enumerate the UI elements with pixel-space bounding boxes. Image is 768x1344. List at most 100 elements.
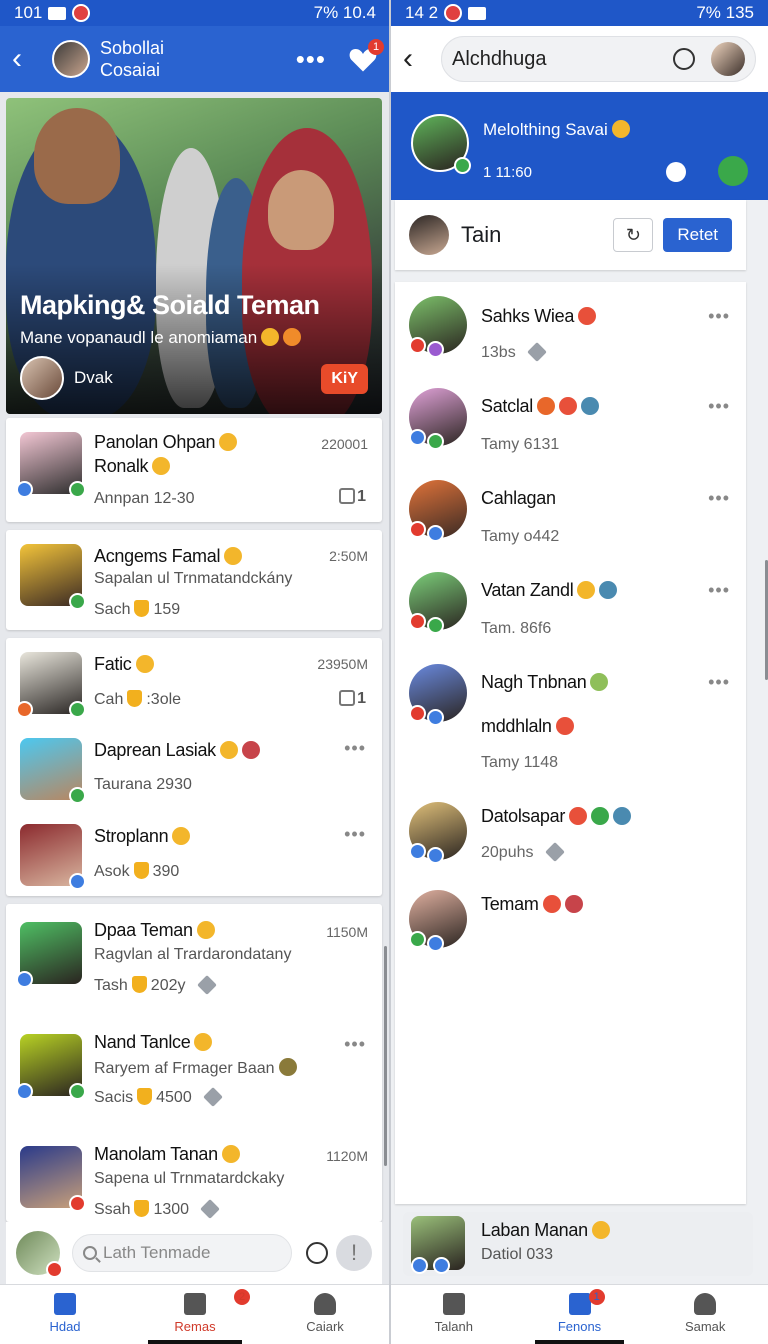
list-item[interactable]: Satclal Tamy 6131 ••• xyxy=(395,374,746,464)
tab-profile[interactable]: Samak xyxy=(642,1285,768,1344)
group-icon[interactable] xyxy=(718,156,748,186)
alert-icon xyxy=(444,4,463,22)
list-item[interactable]: Datolsapar 20puhs xyxy=(395,788,746,878)
tab-friends[interactable]: 1 Fenons xyxy=(517,1285,643,1344)
status-dot xyxy=(409,613,426,630)
emoji-icon xyxy=(135,655,154,673)
status-dot xyxy=(16,701,33,718)
more-options-icon[interactable]: ••• xyxy=(344,824,366,845)
back-arrow-icon[interactable]: ‹ xyxy=(403,44,433,74)
avatar[interactable] xyxy=(711,42,745,76)
status-dot xyxy=(427,617,444,634)
timestamp: 220001 xyxy=(321,436,368,452)
scrollbar[interactable] xyxy=(384,946,387,1166)
profile-counts: 1 11:60 xyxy=(483,164,532,181)
contact-name: Acngems Famal xyxy=(94,546,243,567)
list-item[interactable]: Sahks Wiea 13bs ••• xyxy=(395,282,746,372)
tag-icon xyxy=(202,1087,223,1107)
conversation-card[interactable]: Dpaa Teman Ragvlan al Trardarondatany Ta… xyxy=(6,904,382,1222)
timestamp: 1150M xyxy=(326,924,368,940)
message-preview: Tam. 86f6 xyxy=(481,620,552,637)
list-item[interactable]: Manolam Tanan Sapena ul Trnmatardckaky S… xyxy=(6,1140,382,1230)
heart-icon[interactable]: 1 xyxy=(348,39,384,73)
avatar[interactable] xyxy=(16,1231,63,1278)
tab-messages[interactable]: 2 Remas xyxy=(130,1285,260,1344)
reset-button[interactable]: Retet xyxy=(663,218,732,252)
list-item[interactable]: Nagh Tnbnan mddhlaln Tamy 1148 ••• xyxy=(395,650,746,780)
mute-icon xyxy=(468,6,487,20)
emoji-icon xyxy=(578,307,597,325)
more-options-icon[interactable]: ••• xyxy=(344,1034,366,1055)
chat-bubble-icon[interactable] xyxy=(673,48,695,70)
post-author[interactable]: Dvak xyxy=(20,356,113,400)
avatar[interactable] xyxy=(52,40,90,78)
list-item[interactable]: Temam xyxy=(395,876,746,966)
avatar xyxy=(409,890,467,952)
list-item[interactable]: Cahlagan Tamy o442 ••• xyxy=(395,466,746,556)
meta-line: Asok 390 xyxy=(94,862,180,880)
list-item[interactable]: Panolan Ohpan Ronalk Annpan 12-30 220001… xyxy=(6,426,382,516)
more-options-icon[interactable]: ••• xyxy=(708,672,730,693)
emoji-icon xyxy=(219,741,238,759)
more-options-icon[interactable]: ••• xyxy=(708,396,730,417)
message-preview: Ragvlan al Trardarondatany xyxy=(94,946,292,963)
alert-button[interactable]: ! xyxy=(336,1235,372,1271)
meta-line: Sach 159 xyxy=(94,600,181,618)
more-options-icon[interactable]: ••• xyxy=(708,306,730,327)
more-options-icon[interactable]: ••• xyxy=(296,44,326,75)
conversation-card[interactable]: Acngems Famal Sapalan ul Trnmatandckány … xyxy=(6,530,382,630)
right-pane: 14 2 7% 135 ‹ Alchdhuga Melolthing Savai… xyxy=(391,0,768,1344)
featured-post[interactable]: Mapking& Soiald Teman Mane vopanaudl le … xyxy=(6,98,382,414)
search-input[interactable]: Alchdhuga xyxy=(441,36,756,82)
list-item[interactable]: Acngems Famal Sapalan ul Trnmatandckány … xyxy=(6,538,382,628)
meta-line: 13bs xyxy=(481,342,547,362)
conversation-card[interactable]: Panolan Ohpan Ronalk Annpan 12-30 220001… xyxy=(6,418,382,522)
avatar xyxy=(20,824,86,890)
reply-count: 1 xyxy=(339,690,366,708)
list-item[interactable]: Dpaa Teman Ragvlan al Trardarondatany Ta… xyxy=(6,916,382,1006)
message-preview: Tamy 1148 xyxy=(481,754,559,771)
alert-icon xyxy=(72,4,91,22)
person-shape xyxy=(268,170,334,250)
tab-home[interactable]: Talanh xyxy=(391,1285,517,1344)
chat-square-icon xyxy=(339,690,356,706)
post-tag[interactable]: KiY xyxy=(321,364,368,394)
refresh-button[interactable]: ↻ xyxy=(613,218,654,252)
meta-line: Ssah 1300 xyxy=(94,1199,220,1219)
emoji-icon xyxy=(241,741,260,759)
tab-home[interactable]: Hdad xyxy=(0,1285,130,1344)
post-title: Mapking& Soiald Teman xyxy=(20,290,320,320)
contact-name: Panolan Ohpan xyxy=(94,432,238,453)
chat-bubble-icon[interactable] xyxy=(306,1242,328,1264)
list-item[interactable]: Daprean Lasiak Taurana 2930 ••• xyxy=(6,732,382,822)
list-item[interactable]: Vatan Zandl Tam. 86f6 ••• xyxy=(395,558,746,648)
conversation-card[interactable]: Fatic Cah:3ole 23950M 1 Daprean Lasiak T… xyxy=(6,638,382,896)
more-options-icon[interactable]: ••• xyxy=(708,580,730,601)
bottom-nav: Hdad 2 Remas Caiark xyxy=(0,1284,390,1344)
profile-banner[interactable]: Melolthing Savai 1 11:60 xyxy=(391,92,768,200)
search-input[interactable]: Lath Tenmade xyxy=(72,1234,292,1272)
bottom-nav: Talanh 1 Fenons Samak xyxy=(391,1284,768,1344)
smile-icon[interactable] xyxy=(666,162,686,182)
contact-name: Stroplann xyxy=(94,826,191,847)
message-preview: Tamy o442 xyxy=(481,528,560,545)
emoji-icon xyxy=(558,397,577,415)
check-square-icon xyxy=(568,1293,591,1315)
back-arrow-icon[interactable]: ‹ xyxy=(12,44,42,74)
pinned-chat[interactable]: Laban Manan Datiol 033 xyxy=(403,1212,753,1276)
search-icon xyxy=(83,1246,97,1260)
status-bar: 14 2 7% 135 xyxy=(391,0,768,26)
list-item[interactable]: Fatic Cah:3ole 23950M 1 xyxy=(6,646,382,736)
avatar xyxy=(20,738,86,804)
list-item[interactable]: Nand Tanlce Raryem af Frmager Baan Sacis… xyxy=(6,1028,382,1118)
contact-name: Manolam Tanan xyxy=(94,1144,240,1165)
mail-icon xyxy=(48,6,67,20)
tag-icon xyxy=(526,342,547,362)
list-item[interactable]: Stroplann Asok 390 ••• xyxy=(6,818,382,908)
more-options-icon[interactable]: ••• xyxy=(344,738,366,759)
tag-icon xyxy=(196,975,217,995)
more-options-icon[interactable]: ••• xyxy=(708,488,730,509)
status-dot xyxy=(427,709,444,726)
home-icon xyxy=(442,1293,465,1315)
tab-profile[interactable]: Caiark xyxy=(260,1285,390,1344)
